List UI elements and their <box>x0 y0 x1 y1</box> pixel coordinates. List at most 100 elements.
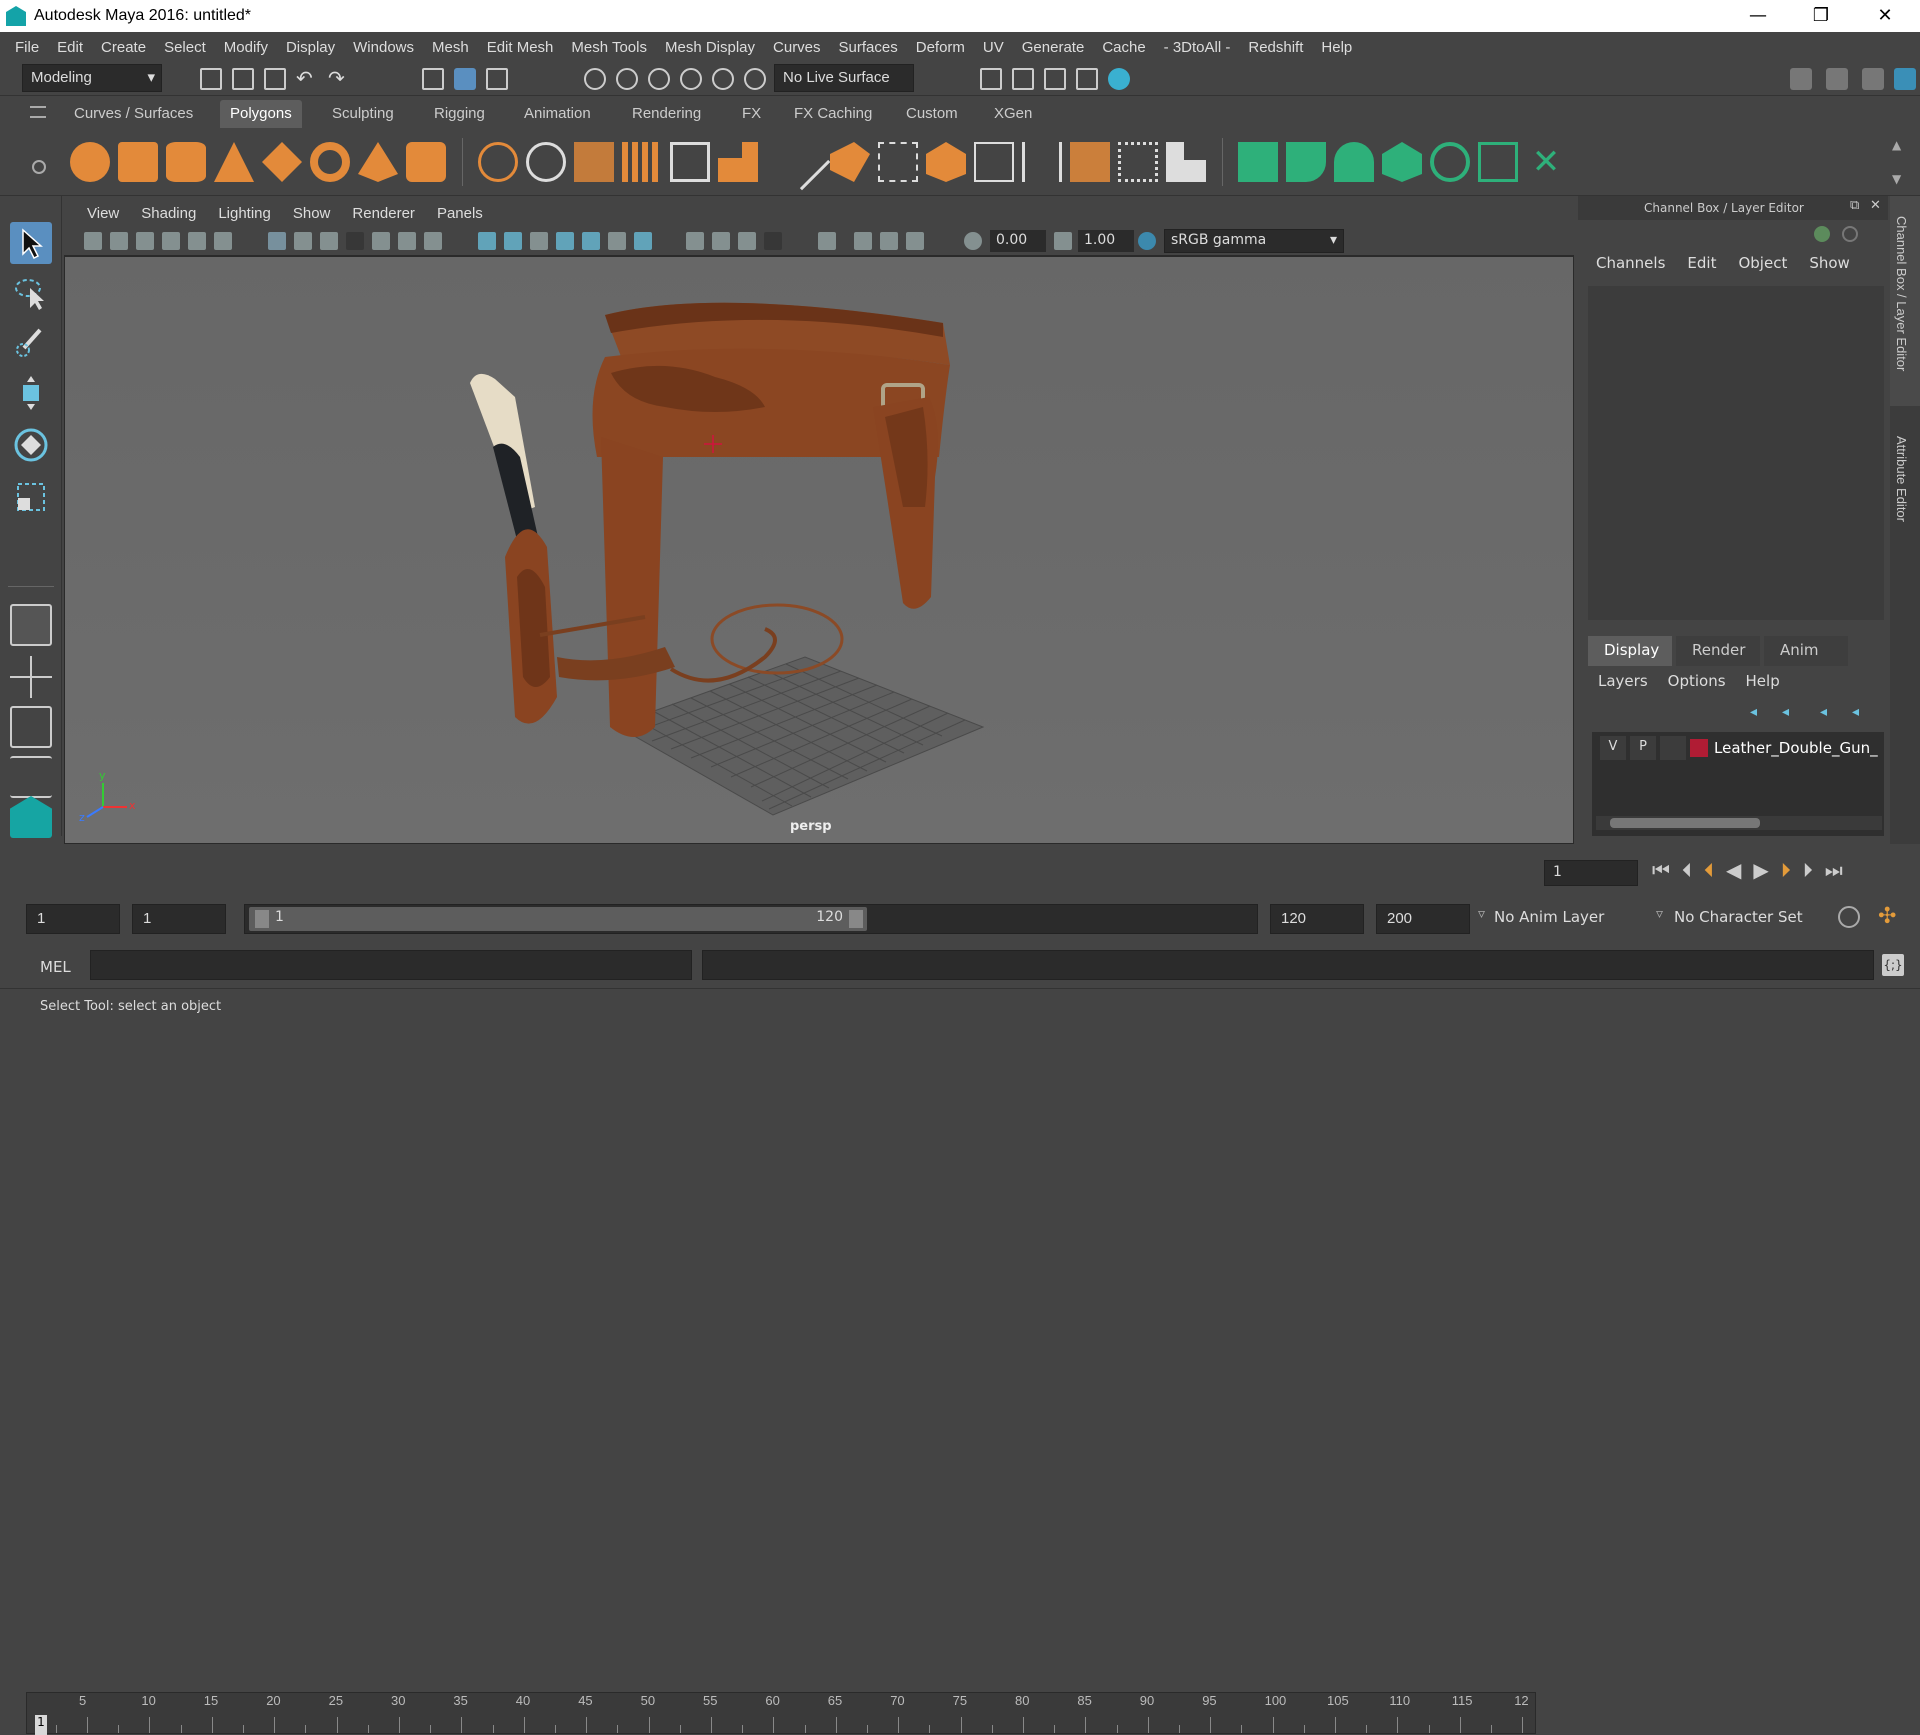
redo-icon[interactable]: ↷ <box>328 66 345 90</box>
uv-editor-icon[interactable]: ✕ <box>1526 142 1566 182</box>
channelbox-edit-menu[interactable]: Edit <box>1687 254 1716 278</box>
image-plane-icon[interactable] <box>162 232 180 250</box>
menu-edit-mesh[interactable]: Edit Mesh <box>478 39 563 56</box>
open-scene-icon[interactable] <box>232 68 254 90</box>
menu-display[interactable]: Display <box>277 39 344 56</box>
play-forwards-icon[interactable]: ▶ <box>1753 858 1780 882</box>
tool-settings-toggle-icon[interactable] <box>1862 68 1884 90</box>
viewport-menu-panels[interactable]: Panels <box>426 205 494 222</box>
tab-render[interactable]: Render <box>1676 636 1760 666</box>
persp-outliner-layout-icon[interactable] <box>10 706 52 748</box>
isolate-select-icon[interactable] <box>818 232 836 250</box>
hypershade-icon[interactable] <box>1108 68 1130 90</box>
minimize-button[interactable]: — <box>1735 2 1781 30</box>
menu-mesh-display[interactable]: Mesh Display <box>656 39 764 56</box>
new-layer-icon[interactable]: ◂ <box>1820 704 1840 720</box>
use-all-lights-icon[interactable] <box>608 232 626 250</box>
restore-button[interactable]: ❐ <box>1798 2 1844 30</box>
depth-of-field-icon[interactable] <box>764 232 782 250</box>
channel-box-toggle-icon[interactable] <box>1894 68 1916 90</box>
smooth-icon[interactable] <box>622 142 662 182</box>
menu-deform[interactable]: Deform <box>907 39 974 56</box>
character-set-dropdown[interactable]: No Character Set <box>1674 908 1803 926</box>
extrude-icon[interactable] <box>670 142 710 182</box>
layer-display-type-toggle[interactable] <box>1660 736 1686 760</box>
view-transform-dropdown[interactable]: sRGB gamma ▾ <box>1164 229 1344 253</box>
menu-modify[interactable]: Modify <box>215 39 277 56</box>
current-time-marker[interactable]: 1 <box>35 1715 47 1735</box>
layer-scrollbar-thumb[interactable] <box>1610 818 1760 828</box>
time-ruler[interactable]: 5 10 15 20 25 30 35 40 45 50 55 60 65 70 75 80 85 90 95 100… <box>26 1692 1536 1735</box>
poly-pipe-icon[interactable] <box>406 142 446 182</box>
motion-blur-icon[interactable] <box>712 232 730 250</box>
viewport-menu-view[interactable]: View <box>76 205 130 222</box>
gamma-field[interactable]: 1.00 <box>1078 230 1134 252</box>
shelf-scroll-down-icon[interactable]: ▼ <box>1892 172 1901 186</box>
append-polygon-icon[interactable] <box>1070 142 1110 182</box>
range-end-grip[interactable] <box>849 910 863 928</box>
color-management-icon[interactable] <box>1138 232 1156 250</box>
mirror-icon[interactable] <box>574 142 614 182</box>
combine-icon[interactable] <box>478 142 518 182</box>
menu-windows[interactable]: Windows <box>344 39 423 56</box>
poly-plane-icon[interactable] <box>262 142 302 182</box>
options-menu[interactable]: Options <box>1668 672 1726 696</box>
tab-custom[interactable]: Custom <box>896 100 968 128</box>
tab-curves-surfaces[interactable]: Curves / Surfaces <box>64 100 203 128</box>
menu-uv[interactable]: UV <box>974 39 1013 56</box>
fill-hole-icon[interactable] <box>1166 142 1206 182</box>
layer-row[interactable]: V P Leather_Double_Gun_ <box>1598 736 1884 760</box>
uv-layout-icon[interactable] <box>1478 142 1518 182</box>
close-button[interactable]: ✕ <box>1862 2 1908 30</box>
textured-icon[interactable] <box>582 232 600 250</box>
layer-visibility-toggle[interactable]: V <box>1600 736 1626 760</box>
tab-animation[interactable]: Animation <box>514 100 601 128</box>
step-forward-frame-icon[interactable]: ⏵ <box>1803 858 1825 882</box>
multisample-icon[interactable] <box>738 232 756 250</box>
play-backwards-icon[interactable]: ◀ <box>1726 858 1753 882</box>
menu-edit[interactable]: Edit <box>48 39 92 56</box>
step-back-frame-icon[interactable]: ⏴ <box>1682 858 1704 882</box>
menu-select[interactable]: Select <box>155 39 215 56</box>
mode-dropdown[interactable]: Modeling ▾ <box>22 64 162 92</box>
exposure-field[interactable]: 0.00 <box>990 230 1046 252</box>
current-frame-field[interactable]: 1 <box>1544 860 1638 886</box>
camera-lock-icon[interactable] <box>110 232 128 250</box>
shelf-settings-icon[interactable] <box>32 160 46 174</box>
manipulator-icon[interactable] <box>1814 226 1830 242</box>
menu-curves[interactable]: Curves <box>764 39 830 56</box>
viewport-menu-renderer[interactable]: Renderer <box>341 205 426 222</box>
wireframe-icon[interactable] <box>478 232 496 250</box>
live-surface-field[interactable]: No Live Surface <box>774 64 914 92</box>
playback-start-field[interactable]: 1 <box>132 904 226 934</box>
snap-point-icon[interactable] <box>648 68 670 90</box>
poly-cylinder-icon[interactable] <box>166 142 206 182</box>
paint-select-tool-icon[interactable] <box>10 322 52 364</box>
lasso-tool-icon[interactable] <box>10 272 52 314</box>
poly-cone-icon[interactable] <box>214 142 254 182</box>
animation-end-field[interactable]: 200 <box>1376 904 1470 934</box>
snap-curve-icon[interactable] <box>616 68 638 90</box>
gate-mask-icon[interactable] <box>346 232 364 250</box>
safe-title-icon[interactable] <box>424 232 442 250</box>
channel-list[interactable] <box>1588 286 1884 620</box>
shelf-scroll-up-icon[interactable]: ▲ <box>1892 138 1901 152</box>
new-layer-selected-icon[interactable]: ◂ <box>1852 704 1872 720</box>
separate-icon[interactable] <box>526 142 566 182</box>
layers-menu[interactable]: Layers <box>1598 672 1648 696</box>
target-weld-icon[interactable] <box>926 142 966 182</box>
viewport-menu-shading[interactable]: Shading <box>130 205 207 222</box>
layer-help-menu[interactable]: Help <box>1746 672 1780 696</box>
safe-action-icon[interactable] <box>398 232 416 250</box>
channels-menu[interactable]: Channels <box>1596 254 1665 278</box>
bevel-icon[interactable] <box>830 142 870 182</box>
uv-spherical-icon[interactable] <box>1334 142 1374 182</box>
bookmark-icon[interactable] <box>136 232 154 250</box>
smooth-shade-icon[interactable] <box>504 232 522 250</box>
menu-file[interactable]: File <box>6 39 48 56</box>
speed-icon[interactable] <box>1842 226 1858 242</box>
save-scene-icon[interactable] <box>264 68 286 90</box>
menu-generate[interactable]: Generate <box>1013 39 1094 56</box>
snap-view-icon[interactable] <box>680 68 702 90</box>
2d-pan-zoom-icon[interactable] <box>188 232 206 250</box>
